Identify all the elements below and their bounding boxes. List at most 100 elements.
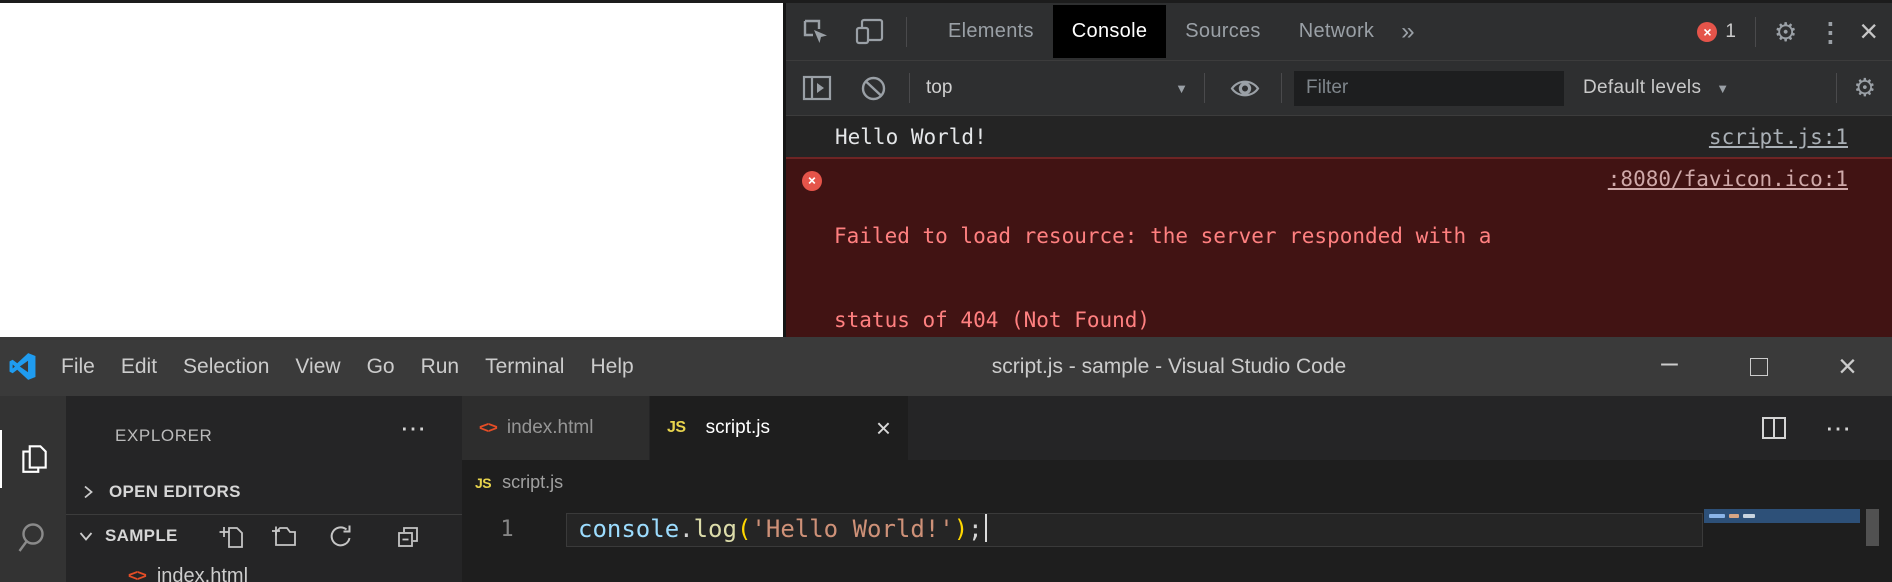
error-badge-icon: × bbox=[1697, 22, 1717, 42]
token-method: log bbox=[694, 515, 737, 543]
devtools-close-icon[interactable]: × bbox=[1859, 13, 1878, 50]
browser-window: Elements Console Sources Network » × 1 ⚙… bbox=[0, 0, 1892, 337]
open-editors-section[interactable]: OPEN EDITORS bbox=[81, 478, 241, 506]
kebab-menu-icon[interactable]: ⋮ bbox=[1817, 19, 1843, 45]
divider bbox=[1755, 17, 1756, 47]
token-dot: . bbox=[679, 515, 693, 543]
folder-section-sample[interactable]: SAMPLE bbox=[78, 522, 178, 550]
vscode-main: EXPLORER ⋯ OPEN EDITORS SAMPLE bbox=[0, 396, 1892, 582]
vscode-titlebar: File Edit Selection View Go Run Terminal… bbox=[0, 337, 1892, 396]
devtools-tab-sources[interactable]: Sources bbox=[1166, 5, 1279, 58]
vscode-logo-icon[interactable] bbox=[9, 353, 36, 380]
console-sidebar-icon[interactable] bbox=[802, 75, 832, 101]
refresh-icon[interactable] bbox=[327, 523, 355, 551]
editor-actions: ⋯ bbox=[1723, 396, 1853, 460]
token-string: 'Hello World!' bbox=[751, 515, 953, 543]
minimize-button[interactable]: – bbox=[1625, 337, 1714, 396]
menu-run[interactable]: Run bbox=[408, 337, 473, 396]
html-file-icon: <> bbox=[479, 418, 497, 438]
editor-area: <> index.html JS script.js × bbox=[462, 396, 1892, 582]
open-editors-label: OPEN EDITORS bbox=[109, 482, 241, 502]
editor-tab-script-js[interactable]: JS script.js × bbox=[650, 396, 908, 460]
settings-gear-icon[interactable]: ⚙ bbox=[1774, 19, 1797, 45]
menu-edit[interactable]: Edit bbox=[108, 337, 170, 396]
minimap-code-mark bbox=[1743, 514, 1755, 518]
code-editor[interactable]: 1 console.log('Hello World!'); bbox=[462, 505, 1892, 582]
menu-terminal[interactable]: Terminal bbox=[472, 337, 577, 396]
text-cursor bbox=[985, 514, 988, 542]
js-file-icon: JS bbox=[667, 419, 686, 437]
console-messages: Hello World! script.js:1 × Failed to loa… bbox=[786, 116, 1892, 337]
divider bbox=[906, 17, 907, 47]
divider bbox=[1204, 73, 1205, 103]
device-toolbar-icon[interactable] bbox=[854, 17, 885, 46]
window-title: script.js - sample - Visual Studio Code bbox=[992, 355, 1346, 379]
console-log-row: Hello World! script.js:1 bbox=[786, 116, 1892, 157]
token-close-paren: ) bbox=[954, 515, 968, 543]
error-count-badge[interactable]: × 1 bbox=[1697, 21, 1736, 43]
activity-explorer-button[interactable] bbox=[0, 430, 66, 488]
close-button[interactable]: × bbox=[1803, 337, 1892, 396]
window-controls: – × bbox=[1625, 337, 1892, 396]
html-file-icon: <> bbox=[128, 566, 146, 582]
tab-label: script.js bbox=[706, 417, 770, 439]
tree-item-label: index.html bbox=[157, 565, 248, 582]
new-folder-icon[interactable] bbox=[271, 523, 299, 551]
context-selector-dropdown[interactable]: top ▼ bbox=[926, 77, 1188, 99]
maximize-icon bbox=[1750, 358, 1768, 376]
console-filter-input[interactable] bbox=[1294, 71, 1564, 106]
files-icon bbox=[17, 442, 51, 476]
menu-go[interactable]: Go bbox=[354, 337, 408, 396]
explorer-sidebar: EXPLORER ⋯ OPEN EDITORS SAMPLE bbox=[66, 396, 462, 582]
editor-scrollbar-thumb[interactable] bbox=[1866, 509, 1879, 546]
divider bbox=[1281, 73, 1282, 103]
menu-view[interactable]: View bbox=[282, 337, 353, 396]
chevron-down-icon bbox=[78, 529, 94, 543]
explorer-more-actions-icon[interactable]: ⋯ bbox=[400, 413, 428, 444]
devtools-tabbar: Elements Console Sources Network » × 1 ⚙… bbox=[786, 3, 1892, 61]
minimap-code-mark bbox=[1729, 514, 1739, 518]
minimap-code-mark bbox=[1709, 514, 1725, 518]
devtools-tab-console[interactable]: Console bbox=[1053, 5, 1166, 58]
more-tabs-icon[interactable]: » bbox=[1401, 18, 1414, 46]
console-log-source-link[interactable]: script.js:1 bbox=[1709, 125, 1848, 149]
clear-console-icon[interactable] bbox=[860, 75, 887, 102]
devtools-tab-elements[interactable]: Elements bbox=[929, 5, 1053, 58]
collapse-all-icon[interactable] bbox=[394, 523, 422, 551]
breadcrumb-file: script.js bbox=[502, 472, 563, 493]
devtools-panel: Elements Console Sources Network » × 1 ⚙… bbox=[783, 3, 1892, 337]
tree-item-index-html[interactable]: <> index.html bbox=[128, 560, 248, 582]
minimap[interactable] bbox=[1704, 509, 1860, 523]
error-badge-count: 1 bbox=[1725, 21, 1736, 43]
console-error-source-link[interactable]: :8080/favicon.ico:1 bbox=[1608, 167, 1848, 191]
explorer-title: EXPLORER bbox=[115, 426, 212, 446]
more-actions-icon[interactable]: ⋯ bbox=[1825, 415, 1853, 441]
log-levels-dropdown[interactable]: Default levels ▼ bbox=[1583, 77, 1729, 99]
log-levels-value: Default levels bbox=[1583, 77, 1701, 99]
divider bbox=[909, 73, 910, 103]
folder-label: SAMPLE bbox=[105, 526, 178, 546]
error-icon: × bbox=[802, 171, 822, 191]
token-open-paren: ( bbox=[737, 515, 751, 543]
console-error-line1: Failed to load resource: the server resp… bbox=[834, 222, 1608, 250]
console-log-text: Hello World! bbox=[835, 125, 987, 149]
editor-tabbar: <> index.html JS script.js × bbox=[462, 396, 1892, 460]
breadcrumb[interactable]: JS script.js bbox=[462, 460, 1892, 505]
chevron-right-icon bbox=[81, 484, 95, 500]
editor-tab-index-html[interactable]: <> index.html bbox=[462, 396, 650, 460]
activity-search-button[interactable] bbox=[0, 508, 66, 566]
menu-help[interactable]: Help bbox=[577, 337, 646, 396]
tab-label: index.html bbox=[507, 417, 594, 439]
maximize-button[interactable] bbox=[1714, 337, 1803, 396]
split-editor-icon[interactable] bbox=[1761, 416, 1787, 440]
menu-selection[interactable]: Selection bbox=[170, 337, 282, 396]
menu-file[interactable]: File bbox=[48, 337, 108, 396]
devtools-tab-network[interactable]: Network bbox=[1280, 5, 1393, 58]
live-expression-eye-icon[interactable] bbox=[1230, 77, 1260, 100]
console-toolbar: top ▼ Default levels ▼ ⚙ bbox=[786, 61, 1892, 116]
new-file-icon[interactable] bbox=[218, 523, 246, 551]
token-semicolon: ; bbox=[968, 515, 982, 543]
inspect-element-icon[interactable] bbox=[801, 17, 830, 46]
console-settings-gear-icon[interactable]: ⚙ bbox=[1854, 76, 1876, 101]
tab-close-icon[interactable]: × bbox=[876, 413, 891, 444]
